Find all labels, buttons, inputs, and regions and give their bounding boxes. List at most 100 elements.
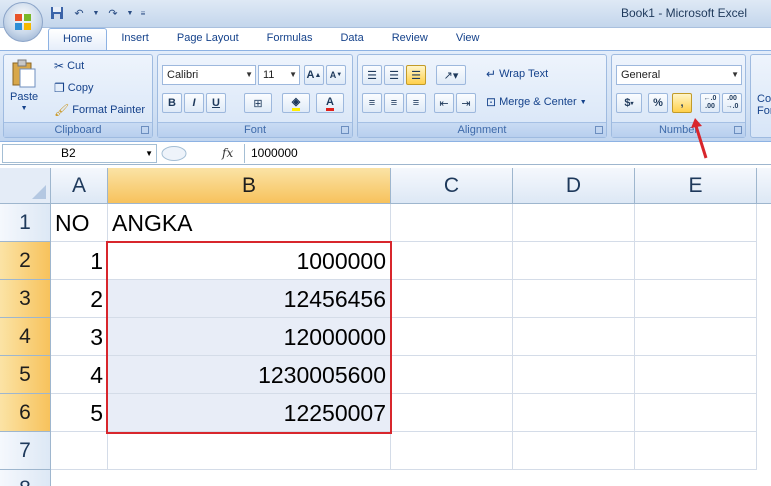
cell-d3[interactable] bbox=[513, 280, 635, 318]
save-icon[interactable] bbox=[48, 5, 66, 21]
cell-d6[interactable] bbox=[513, 394, 635, 432]
row-header-6[interactable]: 6 bbox=[0, 394, 51, 432]
align-center-button[interactable]: ≡ bbox=[384, 93, 404, 113]
conditional-formatting-button[interactable]: Co For bbox=[757, 93, 771, 117]
alignment-launcher-icon[interactable] bbox=[595, 126, 603, 134]
borders-button[interactable]: ⊞ bbox=[244, 93, 272, 113]
copy-button[interactable]: ❐ Copy bbox=[54, 81, 93, 95]
row-header-7[interactable]: 7 bbox=[0, 432, 51, 470]
column-header-b[interactable]: B bbox=[108, 168, 391, 204]
cell-b3[interactable]: 12456456 bbox=[108, 280, 391, 318]
merge-center-button[interactable]: ⊡ Merge & Center ▼ bbox=[486, 95, 587, 109]
fill-color-button[interactable]: ◈ bbox=[282, 93, 310, 113]
align-top-button[interactable]: ☰ bbox=[362, 65, 382, 85]
cell-e7[interactable] bbox=[635, 432, 757, 470]
align-right-button[interactable]: ≡ bbox=[406, 93, 426, 113]
redo-dropdown-icon[interactable]: ▼ bbox=[126, 5, 134, 21]
customize-qat-icon[interactable]: ≡ bbox=[138, 5, 148, 21]
number-format-combo[interactable]: General ▼ bbox=[616, 65, 742, 85]
italic-button[interactable]: I bbox=[184, 93, 204, 113]
clipboard-launcher-icon[interactable] bbox=[141, 126, 149, 134]
row-header-2[interactable]: 2 bbox=[0, 242, 51, 280]
row-header-8[interactable]: 8 bbox=[0, 470, 51, 486]
column-header-a[interactable]: A bbox=[51, 168, 108, 204]
paste-button[interactable]: Paste ▼ bbox=[10, 59, 38, 112]
cell-c3[interactable] bbox=[391, 280, 513, 318]
cell-a2[interactable]: 1 bbox=[51, 242, 108, 280]
comma-style-button[interactable]: , bbox=[672, 93, 692, 113]
cell-c1[interactable] bbox=[391, 204, 513, 242]
format-painter-button[interactable]: 🖌 Format Painter bbox=[54, 103, 145, 117]
decrease-indent-button[interactable]: ⇤ bbox=[434, 93, 454, 113]
cell-d7[interactable] bbox=[513, 432, 635, 470]
cell-d4[interactable] bbox=[513, 318, 635, 356]
decrease-decimal-button[interactable]: .00 →.0 bbox=[722, 93, 742, 113]
cell-b2[interactable]: 1000000 bbox=[108, 242, 391, 280]
row-header-1[interactable]: 1 bbox=[0, 204, 51, 242]
cell-e2[interactable] bbox=[635, 242, 757, 280]
redo-icon[interactable]: ↷ bbox=[104, 5, 122, 21]
tab-view[interactable]: View bbox=[442, 28, 494, 50]
tab-insert[interactable]: Insert bbox=[107, 28, 163, 50]
align-bottom-button[interactable]: ☰ bbox=[406, 65, 426, 85]
cell-b4[interactable]: 12000000 bbox=[108, 318, 391, 356]
cell-a6[interactable]: 5 bbox=[51, 394, 108, 432]
font-color-button[interactable]: A bbox=[316, 93, 344, 113]
cell-a1[interactable]: NO bbox=[51, 204, 108, 242]
align-left-button[interactable]: ≡ bbox=[362, 93, 382, 113]
underline-button[interactable]: U bbox=[206, 93, 226, 113]
cell-e6[interactable] bbox=[635, 394, 757, 432]
row-header-4[interactable]: 4 bbox=[0, 318, 51, 356]
tab-home[interactable]: Home bbox=[48, 28, 108, 50]
cell-b5[interactable]: 1230005600 bbox=[108, 356, 391, 394]
office-button[interactable] bbox=[3, 2, 43, 42]
formula-bar-knob-icon[interactable] bbox=[160, 144, 188, 163]
column-header-d[interactable]: D bbox=[513, 168, 635, 204]
name-box[interactable]: B2 ▼ bbox=[2, 144, 157, 163]
cell-e3[interactable] bbox=[635, 280, 757, 318]
orientation-button[interactable]: ↗▾ bbox=[436, 65, 466, 85]
wrap-text-button[interactable]: ↵ Wrap Text bbox=[486, 67, 548, 81]
column-header-f-partial[interactable] bbox=[757, 168, 771, 204]
cell-b7[interactable] bbox=[108, 432, 391, 470]
cell-d5[interactable] bbox=[513, 356, 635, 394]
bold-button[interactable]: B bbox=[162, 93, 182, 113]
undo-dropdown-icon[interactable]: ▼ bbox=[92, 5, 100, 21]
tab-formulas[interactable]: Formulas bbox=[253, 28, 327, 50]
cell-a7[interactable] bbox=[51, 432, 108, 470]
tab-data[interactable]: Data bbox=[326, 28, 377, 50]
align-middle-button[interactable]: ☰ bbox=[384, 65, 404, 85]
increase-indent-button[interactable]: ⇥ bbox=[456, 93, 476, 113]
grow-font-button[interactable]: A ▲ bbox=[304, 65, 324, 85]
cell-a4[interactable]: 3 bbox=[51, 318, 108, 356]
font-launcher-icon[interactable] bbox=[341, 126, 349, 134]
row-header-5[interactable]: 5 bbox=[0, 356, 51, 394]
select-all-button[interactable] bbox=[0, 168, 51, 204]
undo-icon[interactable]: ↶ bbox=[70, 5, 88, 21]
currency-button[interactable]: $ ▾ bbox=[616, 93, 642, 113]
insert-function-button[interactable]: fx bbox=[222, 146, 233, 160]
cell-e1[interactable] bbox=[635, 204, 757, 242]
cell-a5[interactable]: 4 bbox=[51, 356, 108, 394]
cell-a3[interactable]: 2 bbox=[51, 280, 108, 318]
cell-c6[interactable] bbox=[391, 394, 513, 432]
row-header-3[interactable]: 3 bbox=[0, 280, 51, 318]
cell-d1[interactable] bbox=[513, 204, 635, 242]
shrink-font-button[interactable]: A ▼ bbox=[326, 65, 346, 85]
cell-b1[interactable]: ANGKA bbox=[108, 204, 391, 242]
tab-page-layout[interactable]: Page Layout bbox=[163, 28, 253, 50]
cell-c2[interactable] bbox=[391, 242, 513, 280]
column-header-c[interactable]: C bbox=[391, 168, 513, 204]
font-name-combo[interactable]: Calibri ▼ bbox=[162, 65, 256, 85]
cut-button[interactable]: ✂ Cut bbox=[54, 59, 84, 73]
cell-c4[interactable] bbox=[391, 318, 513, 356]
cell-e5[interactable] bbox=[635, 356, 757, 394]
column-header-e[interactable]: E bbox=[635, 168, 757, 204]
tab-review[interactable]: Review bbox=[378, 28, 442, 50]
cell-c7[interactable] bbox=[391, 432, 513, 470]
cell-c5[interactable] bbox=[391, 356, 513, 394]
cell-b6[interactable]: 12250007 bbox=[108, 394, 391, 432]
percent-button[interactable]: % bbox=[648, 93, 668, 113]
cell-e4[interactable] bbox=[635, 318, 757, 356]
font-size-combo[interactable]: 11 ▼ bbox=[258, 65, 300, 85]
